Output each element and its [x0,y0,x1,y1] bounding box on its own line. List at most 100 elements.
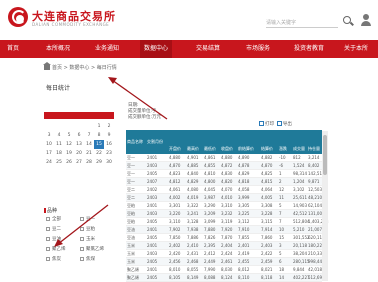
calendar-day[interactable]: 25 [54,158,64,167]
table-row[interactable]: 豆二 2403 4,002 4,019 3,987 4,010 3,999 4,005 11 25… [126,194,322,202]
table-row[interactable]: 豆粕 2405 3,110 3,128 3,099 3,119 3,112 3,115 7 512… [126,218,328,226]
variety-item[interactable]: 豆一 [80,216,95,224]
variety-item[interactable]: 焦煤 [80,256,95,264]
calendar-day[interactable]: 2 [104,122,114,131]
table-row[interactable]: 豆一 2403 4,870 4,885 4,855 4,872 4,878 4,870 -6 1,… [126,162,322,170]
table-row[interactable]: 豆二 2402 4,061 4,080 4,045 4,070 4,058 4,064 12 3,… [126,186,322,194]
calendar-day[interactable]: 28 [84,158,94,167]
table-cell: 9,871 [308,179,320,184]
calendar-day[interactable]: 24 [44,158,54,167]
calendar-day[interactable]: 21 [84,149,94,158]
table-row[interactable]: 玉米 2405 2,456 2,468 2,449 2,461 2,455 2,459 6 280… [126,258,325,266]
calendar-day[interactable]: 10 [44,140,54,149]
user-icon[interactable] [361,14,371,26]
calendar-day[interactable]: 8 [94,131,104,140]
variety-checkbox[interactable] [46,256,50,261]
nav-item-about-us[interactable]: 关于本所 [344,40,368,58]
calendar-day[interactable]: 3 [44,131,54,140]
column-header[interactable]: 收盘价 [221,146,233,152]
table-scrollbar[interactable] [322,131,328,281]
column-header[interactable]: 最高价 [187,146,199,152]
calendar-day[interactable]: 7 [84,131,94,140]
column-header[interactable]: 商品名称 [127,139,143,145]
breadcrumb-text[interactable]: 首页 > 数据中心 > 每日行情 [52,65,117,71]
nav-item-data-center[interactable]: 数据中心 [140,40,173,58]
calendar-day[interactable]: 1 [94,122,104,131]
calendar-day[interactable]: 13 [74,140,84,149]
search-icon[interactable] [343,16,351,24]
nav-item-about[interactable]: 本所概况 [46,40,70,58]
calendar-day[interactable]: 22 [94,149,104,158]
variety-item[interactable]: 聚乙烯 [46,246,66,254]
variety-item[interactable]: 全部 [46,216,61,224]
variety-checkbox[interactable] [80,216,84,221]
variety-item[interactable]: 聚氯乙烯 [80,246,104,254]
calendar-day[interactable]: 30 [104,158,114,167]
nav-item-home[interactable]: 首页 [7,40,19,58]
variety-checkbox[interactable] [80,236,84,241]
variety-item[interactable]: 豆粕 [80,226,95,234]
table-row[interactable]: 聚乙烯 2401 8,010 8,055 7,990 8,030 8,012 8,021 18 9… [126,266,322,274]
variety-checkbox[interactable] [80,246,84,251]
calendar-day[interactable]: 6 [74,131,84,140]
variety-item[interactable]: 焦炭 [46,256,61,264]
calendar-day[interactable]: 26 [64,158,74,167]
calendar-day[interactable]: 12 [64,140,74,149]
column-header[interactable]: 交割月份 [147,139,163,145]
column-header[interactable]: 开盘价 [169,146,181,152]
calendar-day[interactable]: 19 [64,149,74,158]
column-header[interactable]: 涨跌 [279,146,287,152]
table-row[interactable]: 豆一 2407 4,812 4,829 4,800 4,820 4,818 4,815 2 1,2… [126,178,322,186]
scroll-thumb[interactable] [323,135,327,175]
table-row[interactable]: 豆一 2401 4,880 4,901 4,861 4,880 4,890 4,882 -10 8… [126,154,322,162]
print-icon[interactable] [259,121,264,126]
table-cell: 玉米 [127,243,135,248]
calendar-day[interactable]: 17 [44,149,54,158]
column-header[interactable]: 结算价 [261,146,273,152]
table-cell: 2405 [147,171,158,176]
table-row[interactable]: 豆油 2401 7,902 7,938 7,880 7,920 7,910 7,914 10 5,… [126,226,322,234]
variety-checkbox[interactable] [46,246,50,251]
column-header[interactable]: 成交量 [293,146,305,152]
print-button[interactable]: 打印 [265,122,274,127]
nav-item-notices[interactable]: 业务通知 [95,40,119,58]
export-icon[interactable] [276,121,282,126]
calendar-day[interactable]: 11 [54,140,64,149]
variety-checkbox[interactable] [46,236,50,241]
column-header[interactable]: 持仓量 [308,146,320,152]
variety-checkbox[interactable] [46,226,50,231]
nav-item-services[interactable]: 市场服务 [246,40,270,58]
calendar-day[interactable]: 14 [84,140,94,149]
table-row[interactable]: 豆粕 2401 3,301 3,322 3,290 3,310 3,305 3,308 5 14,… [126,202,322,210]
table-row[interactable]: 豆粕 2403 3,220 3,241 3,209 3,232 3,225 3,228 7 42,… [126,210,325,218]
calendar-day[interactable]: 27 [74,158,84,167]
export-button[interactable]: 导出 [283,122,292,127]
nav-item-education[interactable]: 投资者教育 [294,40,324,58]
calendar-day[interactable]: 4 [54,131,64,140]
calendar-day[interactable]: 23 [104,149,114,158]
breadcrumb[interactable]: 首页 > 数据中心 > 每日行情 [43,62,117,73]
calendar-day[interactable]: 15 [94,140,104,149]
calendar-day[interactable]: 29 [94,158,104,167]
variety-checkbox[interactable] [80,226,84,231]
calendar-day[interactable]: 5 [64,131,74,140]
nav-item-trading[interactable]: 交易结算 [196,40,220,58]
variety-item[interactable]: 玉米 [80,236,95,244]
variety-checkbox[interactable] [80,256,84,261]
calendar-day[interactable]: 18 [54,149,64,158]
table-row[interactable]: 玉米 2401 2,402 2,410 2,395 2,404 2,401 2,403 3 20,… [126,242,325,250]
exchange-logo-icon[interactable] [8,7,28,27]
table-row[interactable]: 玉米 2403 2,420 2,431 2,412 2,424 2,419 2,422 5 38,… [126,250,325,258]
table-row[interactable]: 豆一 2405 4,823 4,840 4,810 4,830 4,829 4,825 1 98,… [126,170,325,178]
variety-item[interactable]: 豆二 [46,226,61,234]
column-header[interactable]: 最低价 [204,146,216,152]
search-input[interactable]: 请输入关键字 [266,16,338,28]
calendar-day[interactable]: 9 [104,131,114,140]
calendar-day[interactable]: 16 [104,140,114,149]
table-row[interactable]: 聚乙烯 2405 8,105 8,149 8,088 8,124 8,110 8,118 14 4… [126,274,325,282]
variety-checkbox[interactable] [46,216,50,221]
column-header[interactable]: 前结算价 [238,146,254,152]
variety-item[interactable]: 豆油 [46,236,61,244]
calendar-day[interactable]: 20 [74,149,84,158]
table-row[interactable]: 豆油 2405 7,850 7,886 7,826 7,870 7,855 7,860 15 30… [126,234,325,242]
